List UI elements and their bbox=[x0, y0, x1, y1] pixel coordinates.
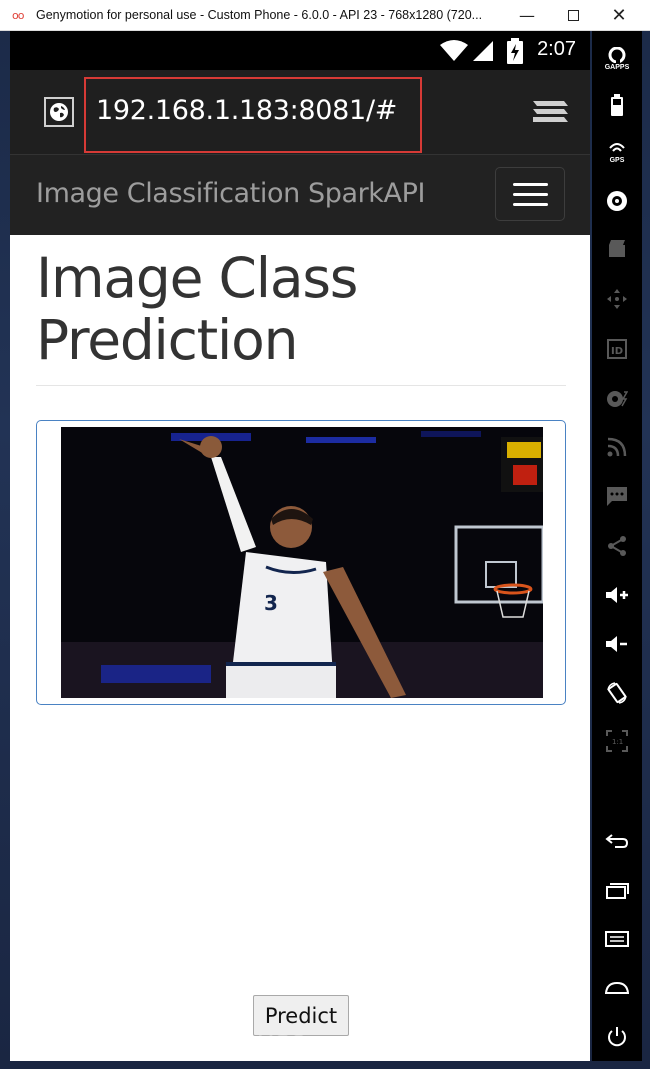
personal-use-watermark: free for personal use bbox=[12, 1024, 307, 1058]
disk-io-button[interactable] bbox=[592, 381, 642, 417]
basketball-player-photo: 3 bbox=[61, 427, 543, 698]
volume-up-icon bbox=[606, 587, 628, 603]
genymotion-app-icon: oo bbox=[12, 8, 24, 22]
battery-button[interactable] bbox=[592, 87, 642, 123]
basketball-player-image: 3 bbox=[61, 427, 543, 698]
remote-control-button[interactable] bbox=[592, 281, 642, 317]
status-time: 2:07 bbox=[537, 38, 576, 60]
minimize-icon: — bbox=[519, 6, 535, 25]
video-capture-icon bbox=[609, 240, 625, 257]
window-title: Genymotion for personal use - Custom Pho… bbox=[36, 8, 483, 22]
svg-text:ID: ID bbox=[611, 346, 623, 357]
menu-button[interactable] bbox=[592, 921, 642, 957]
rotate-button[interactable] bbox=[592, 675, 642, 711]
gapps-button[interactable]: GAPPS bbox=[592, 41, 642, 77]
device-id-icon: ID bbox=[607, 339, 627, 359]
power-icon bbox=[608, 1027, 626, 1047]
volume-up-button[interactable] bbox=[592, 577, 642, 613]
menu-icon bbox=[605, 931, 629, 947]
video-capture-button[interactable] bbox=[592, 231, 642, 267]
image-preview-panel[interactable]: 3 bbox=[36, 420, 566, 705]
navbar-toggle-button[interactable] bbox=[495, 167, 565, 221]
back-button[interactable] bbox=[592, 823, 642, 859]
gps-button[interactable]: GPS bbox=[592, 135, 642, 171]
disk-io-icon bbox=[607, 391, 628, 407]
cell-signal-icon bbox=[473, 41, 493, 61]
android-status-bar: 2:07 bbox=[10, 31, 590, 70]
minimize-button[interactable]: — bbox=[504, 0, 550, 31]
camera-button[interactable] bbox=[592, 183, 642, 219]
site-navbar: Image Classification SparkAPI bbox=[10, 154, 590, 235]
back-icon bbox=[605, 834, 629, 848]
window-titlebar[interactable]: oo Genymotion for personal use - Custom … bbox=[0, 0, 650, 31]
wifi-icon bbox=[440, 40, 468, 61]
network-icon bbox=[607, 437, 627, 457]
tabs-icon[interactable] bbox=[530, 97, 570, 127]
maximize-button[interactable] bbox=[550, 0, 596, 31]
battery-charging-icon bbox=[507, 38, 523, 64]
hamburger-icon-bar bbox=[512, 182, 548, 186]
maximize-icon bbox=[567, 10, 579, 21]
network-button[interactable] bbox=[592, 429, 642, 465]
recent-apps-icon bbox=[606, 883, 629, 899]
camera-icon bbox=[607, 191, 627, 211]
close-icon: ✕ bbox=[611, 5, 627, 26]
battery-icon bbox=[611, 94, 623, 116]
emulator-screen: 2:07 192.168.1.183:8081/# Image Classifi… bbox=[10, 31, 590, 1061]
remote-control-icon bbox=[607, 289, 627, 309]
volume-down-button[interactable] bbox=[592, 626, 642, 662]
url-input[interactable]: 192.168.1.183:8081/# bbox=[96, 95, 397, 126]
hamburger-icon-bar bbox=[512, 192, 548, 196]
svg-text:3: 3 bbox=[264, 591, 278, 615]
hamburger-icon-bar bbox=[512, 202, 548, 206]
home-button[interactable] bbox=[592, 970, 642, 1006]
volume-down-icon bbox=[606, 636, 627, 652]
svg-text:1:1: 1:1 bbox=[612, 738, 623, 746]
share-button[interactable] bbox=[592, 528, 642, 564]
close-button[interactable]: ✕ bbox=[596, 0, 642, 31]
gapps-icon bbox=[608, 47, 626, 63]
sms-icon bbox=[607, 487, 627, 506]
power-button[interactable] bbox=[592, 1019, 642, 1055]
device-id-button[interactable]: ID bbox=[592, 331, 642, 367]
globe-icon[interactable] bbox=[44, 97, 74, 127]
title-divider bbox=[36, 385, 566, 386]
browser-url-bar: 192.168.1.183:8081/# bbox=[10, 70, 590, 154]
emulator-toolbar: GAPPS GPS ID 1:1 bbox=[592, 31, 642, 1061]
gps-icon bbox=[609, 143, 625, 152]
rotate-icon bbox=[607, 682, 627, 704]
recent-apps-button[interactable] bbox=[592, 872, 642, 908]
sms-button[interactable] bbox=[592, 479, 642, 515]
navbar-brand[interactable]: Image Classification SparkAPI bbox=[36, 178, 425, 209]
page-content: Image Class Prediction 3 Predict bbox=[10, 235, 590, 1061]
pixel-perfect-button[interactable]: 1:1 bbox=[592, 723, 642, 759]
page-title: Image Class Prediction bbox=[36, 246, 358, 372]
share-icon bbox=[608, 536, 626, 556]
pixel-perfect-icon: 1:1 bbox=[606, 730, 628, 752]
home-icon bbox=[605, 981, 629, 994]
